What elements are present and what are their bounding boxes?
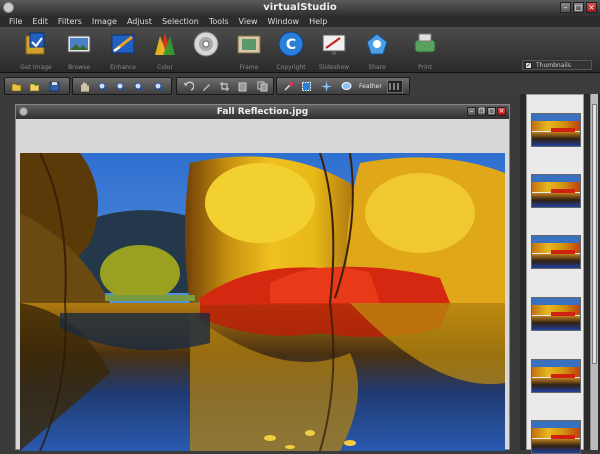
color-palette-icon — [155, 33, 175, 55]
menu-window[interactable]: Window — [263, 16, 305, 27]
menu-help[interactable]: Help — [304, 16, 332, 27]
browse-button[interactable]: Browse — [57, 30, 101, 71]
feather-slider-icon[interactable] — [387, 80, 403, 93]
thumbnail-item[interactable] — [531, 420, 581, 454]
copyright-button[interactable]: C Copyright — [269, 30, 313, 71]
app-title-bar: virtualStudio – □ × — [0, 0, 600, 17]
save-icon[interactable] — [49, 81, 60, 92]
document-window-controls: – ❐ □ × — [467, 107, 506, 116]
undo-icon[interactable] — [183, 81, 194, 92]
thumbnail-item[interactable] — [531, 359, 581, 393]
print-button[interactable]: Print — [403, 30, 447, 71]
enhance-button[interactable]: Enhance — [101, 30, 145, 71]
tool-label: Share — [368, 64, 386, 71]
zoom-actual-icon[interactable] — [153, 81, 164, 92]
document-minimize-button[interactable]: – — [467, 107, 476, 116]
share-icon — [366, 33, 388, 55]
sparkle-icon[interactable] — [321, 81, 332, 92]
thumbnails-panel — [520, 94, 600, 454]
pen-icon[interactable] — [201, 81, 212, 92]
slideshow-button[interactable]: Slideshow — [312, 30, 356, 71]
disc-icon — [193, 31, 219, 57]
tool-label: Browse — [68, 64, 90, 71]
lasso-icon[interactable] — [341, 81, 352, 92]
get-image-button[interactable]: Get Image — [14, 30, 58, 71]
zoom-fit-icon[interactable] — [133, 81, 144, 92]
document-restore-button[interactable]: ❐ — [477, 107, 486, 116]
thumbnails-scrollbar[interactable] — [590, 94, 598, 450]
tool-label: Color — [157, 64, 173, 71]
image-canvas[interactable] — [20, 153, 505, 451]
maximize-button[interactable]: □ — [573, 2, 584, 13]
menu-view[interactable]: View — [234, 16, 263, 27]
thumbnails-label: Thumbnails — [536, 62, 571, 69]
share-button[interactable]: Share — [355, 30, 399, 71]
thumbnails-toggle[interactable]: ✓ Thumbnails — [522, 60, 592, 70]
thumbnail-item[interactable] — [531, 113, 581, 147]
photo-fall-reflection — [20, 153, 505, 451]
menu-tools[interactable]: Tools — [204, 16, 234, 27]
print-icon — [414, 33, 436, 53]
tool-label: Copyright — [276, 64, 306, 71]
scrollbar-thumb[interactable] — [592, 104, 597, 364]
open-folder-icon[interactable] — [11, 81, 22, 92]
copy-icon[interactable] — [257, 81, 268, 92]
new-folder-icon[interactable] — [29, 81, 40, 92]
menu-image[interactable]: Image — [87, 16, 122, 27]
copyright-icon: C — [278, 31, 304, 57]
thumbnail-item[interactable] — [531, 297, 581, 331]
app-title: virtualStudio — [263, 2, 337, 13]
main-toolbar: Get Image Browse Enhance Color Frame C C… — [0, 27, 600, 73]
menu-bar: File Edit Filters Image Adjust Selection… — [0, 16, 600, 27]
menu-adjust[interactable]: Adjust — [122, 16, 157, 27]
thumbnail-item[interactable] — [531, 174, 581, 208]
landscape-icon — [67, 35, 91, 53]
frame-button[interactable]: Frame — [227, 30, 271, 71]
menu-file[interactable]: File — [4, 16, 27, 27]
document-close-button[interactable]: × — [497, 107, 506, 116]
view-tools-group — [72, 77, 172, 95]
menu-selection[interactable]: Selection — [157, 16, 204, 27]
minimize-button[interactable]: – — [560, 2, 571, 13]
zoom-in-icon[interactable] — [97, 81, 108, 92]
tool-label: Get Image — [20, 64, 52, 71]
effects-button[interactable] — [184, 30, 228, 64]
tool-label: Slideshow — [318, 64, 350, 71]
tool-label: Frame — [239, 64, 259, 71]
marquee-icon[interactable] — [301, 81, 312, 92]
close-button[interactable]: × — [586, 2, 597, 13]
slideshow-icon — [322, 34, 346, 55]
feather-label: Feather — [359, 83, 382, 90]
clipboard-icon[interactable] — [237, 81, 248, 92]
document-window: Fall Reflection.jpg – ❐ □ × — [15, 104, 510, 451]
tool-label: Enhance — [110, 64, 136, 71]
tool-label: Print — [418, 64, 432, 71]
menu-edit[interactable]: Edit — [27, 16, 53, 27]
thumbnail-strip — [526, 94, 584, 454]
secondary-toolbar: Feather — [0, 73, 600, 98]
document-title-bar[interactable]: Fall Reflection.jpg – ❐ □ × — [16, 105, 509, 119]
edit-tools-group — [176, 77, 274, 95]
menu-filters[interactable]: Filters — [53, 16, 87, 27]
magic-wand-icon[interactable] — [283, 81, 294, 92]
zoom-out-icon[interactable] — [115, 81, 126, 92]
document-maximize-button[interactable]: □ — [487, 107, 496, 116]
enhance-icon — [111, 34, 135, 54]
hand-icon[interactable] — [79, 81, 90, 92]
file-tools-group — [4, 77, 70, 95]
svg-text:C: C — [286, 37, 296, 53]
window-controls: – □ × — [560, 2, 597, 13]
document-title: Fall Reflection.jpg — [216, 107, 309, 117]
get-image-icon — [25, 32, 45, 55]
color-button[interactable]: Color — [143, 30, 187, 71]
thumbnail-item[interactable] — [531, 235, 581, 269]
frame-icon — [237, 35, 261, 54]
selection-tools-group: Feather — [276, 77, 410, 95]
crop-icon[interactable] — [219, 81, 230, 92]
thumbnails-checkbox[interactable]: ✓ — [525, 62, 532, 69]
